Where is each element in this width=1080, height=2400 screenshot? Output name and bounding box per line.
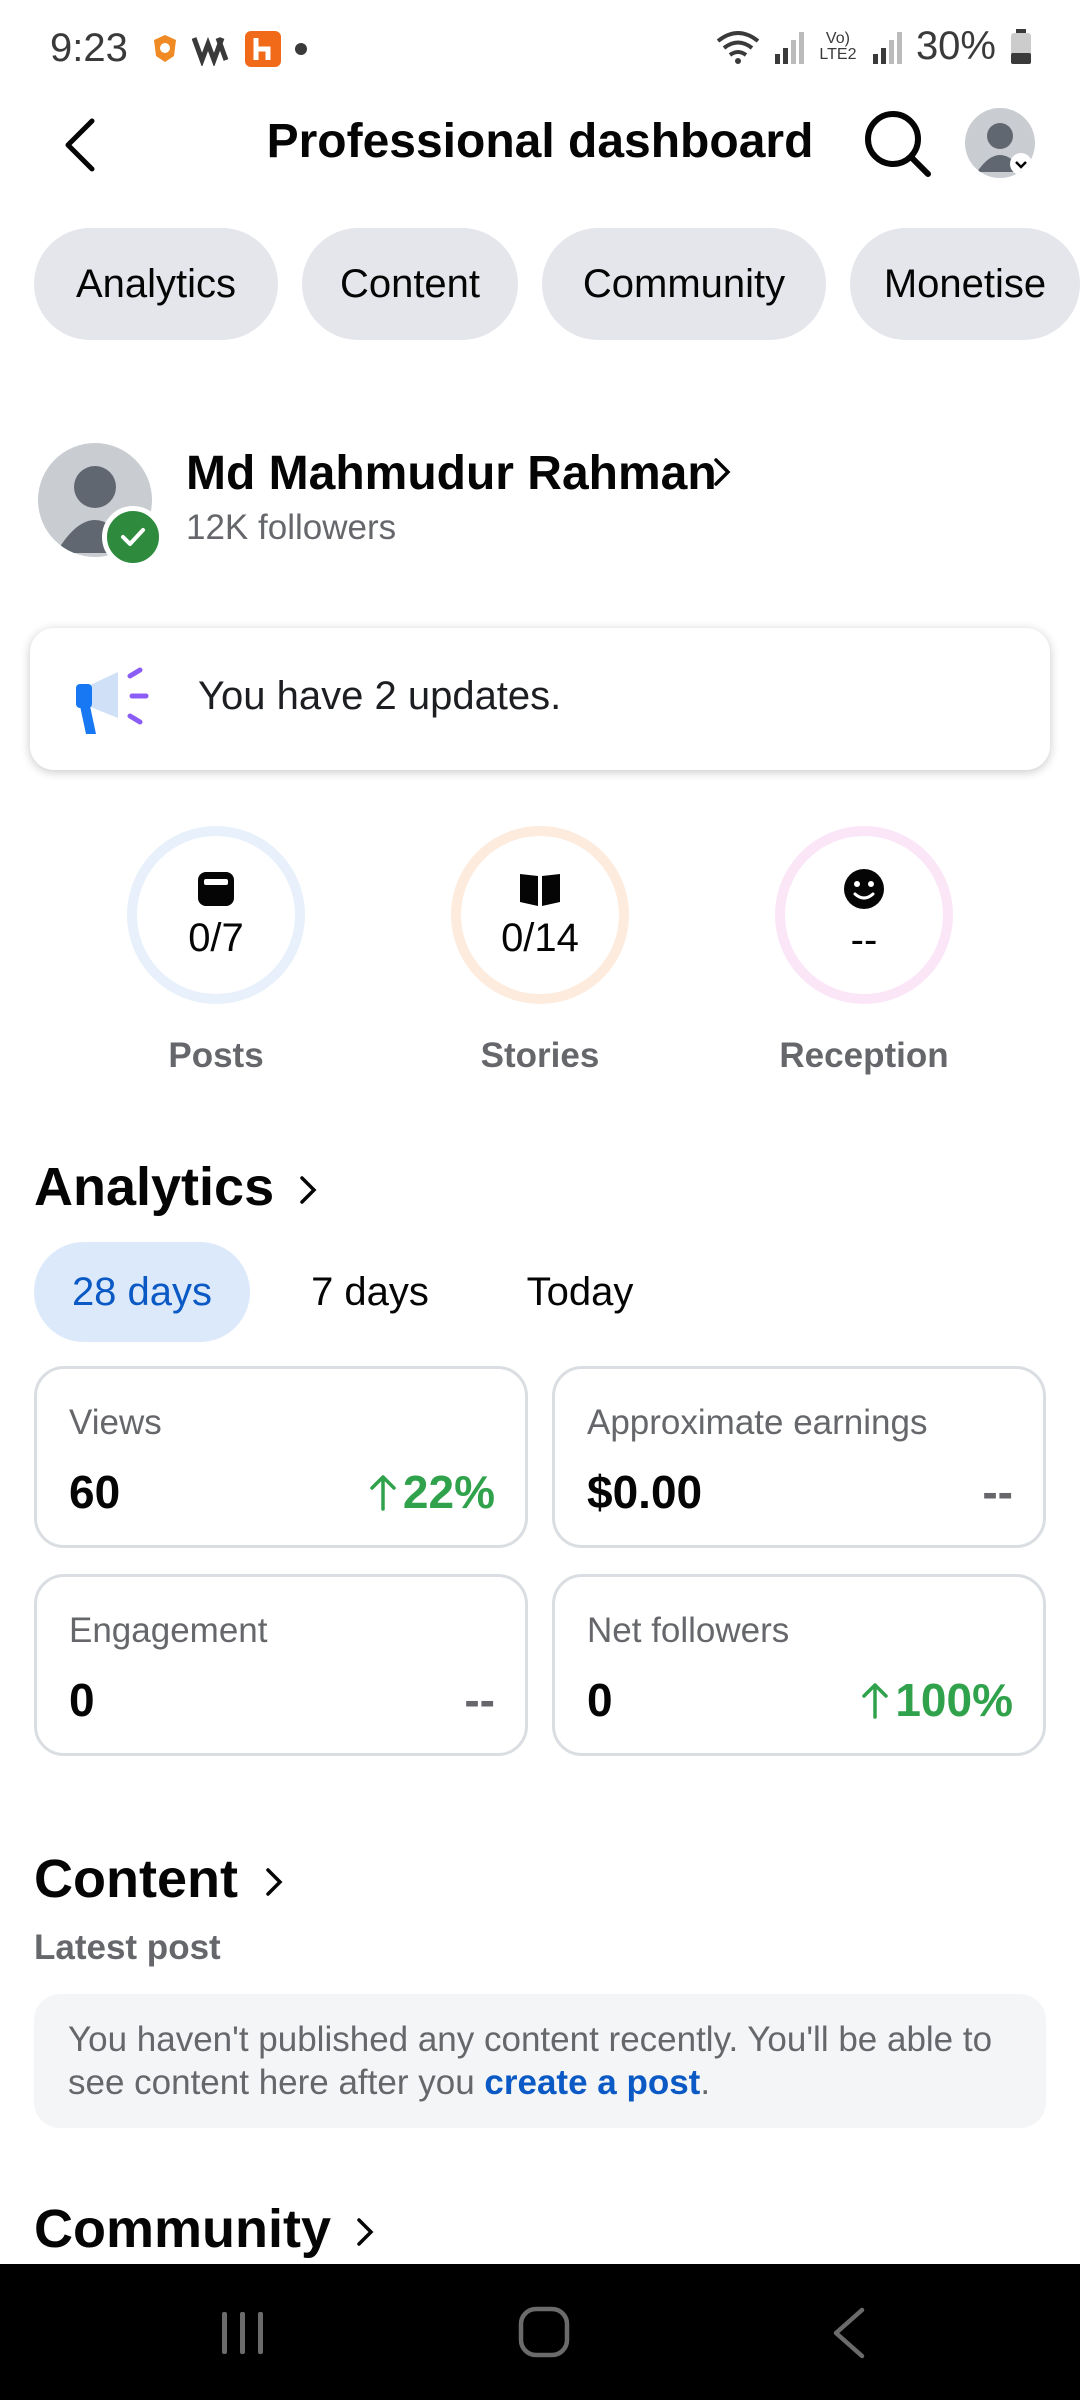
metric-change: 100% [861, 1673, 1013, 1727]
empty-content-message: You haven't published any content recent… [34, 1994, 1046, 2128]
check-icon [121, 528, 145, 546]
metric-value: $0.00 [587, 1466, 703, 1518]
metric-label: Net followers [587, 1611, 790, 1650]
megaphone-icon [76, 667, 149, 734]
latest-post-label: Latest post [34, 1928, 221, 1967]
posts-label: Posts [168, 1036, 264, 1075]
stat-reception[interactable]: -- [775, 826, 953, 1004]
reception-ring: -- [775, 826, 953, 1004]
metric-value: 60 [69, 1466, 121, 1518]
updates-text: You have 2 updates. [198, 674, 562, 718]
notification-icons [150, 30, 308, 68]
book-icon [520, 873, 560, 906]
app-notification-icon [245, 31, 281, 67]
stat-posts[interactable]: 0/7 [127, 826, 305, 1004]
reception-value: -- [850, 917, 878, 962]
metric-card-views[interactable]: Views 60 22% [34, 1366, 528, 1548]
updates-card[interactable]: You have 2 updates. [30, 628, 1050, 770]
empty-content-end: . [700, 2063, 711, 2102]
posts-ring: 0/7 [127, 826, 305, 1004]
metric-change-value: 22% [402, 1466, 495, 1518]
community-heading[interactable]: Community [34, 2198, 331, 2260]
system-nav-bar [0, 2264, 1080, 2400]
tab-analytics[interactable]: Analytics [34, 228, 278, 340]
profile-followers: 12K followers [186, 508, 397, 547]
recent-apps-icon[interactable] [218, 2310, 268, 2356]
posts-value: 0/7 [188, 915, 244, 960]
reception-label: Reception [779, 1036, 949, 1075]
metric-change: 22% [369, 1465, 495, 1519]
dot-icon [295, 43, 307, 55]
signal-icon [774, 31, 804, 64]
metric-change-value: 100% [895, 1674, 1013, 1726]
network-label: Vo) LTE2 [819, 29, 857, 63]
battery-text: 30% [915, 24, 996, 68]
profile-name[interactable]: Md Mahmudur Rahman [186, 446, 717, 501]
chevron-right-icon [714, 458, 731, 486]
stat-stories[interactable]: 0/14 [451, 826, 629, 1004]
chevron-right-icon[interactable] [353, 2212, 377, 2252]
tab-content[interactable]: Content [302, 228, 518, 340]
tab-monetise[interactable]: Monetise [850, 228, 1080, 340]
stories-ring: 0/14 [451, 826, 629, 1004]
arrow-up-icon [862, 1683, 889, 1719]
metric-card-earnings[interactable]: Approximate earnings $0.00 -- [552, 1366, 1046, 1548]
smiley-icon [844, 868, 884, 909]
metric-label: Engagement [69, 1611, 268, 1650]
verified-badge [102, 506, 164, 568]
create-post-link[interactable]: create a post [484, 2063, 700, 2102]
wifi-icon [716, 30, 760, 64]
app-notification-icon [154, 35, 176, 62]
profile-chevron[interactable] [710, 452, 734, 497]
posts-icon [198, 871, 234, 906]
range-today[interactable]: Today [490, 1242, 670, 1342]
home-icon[interactable] [518, 2306, 570, 2358]
range-7-days[interactable]: 7 days [270, 1242, 470, 1342]
metric-value: 0 [587, 1674, 613, 1726]
battery-icon [1011, 28, 1031, 64]
chevron-right-icon[interactable] [296, 1170, 320, 1210]
metric-change-value: -- [464, 1674, 495, 1726]
avatar-icon [977, 123, 1032, 175]
metric-change-value: -- [982, 1466, 1013, 1518]
stories-value: 0/14 [501, 915, 579, 960]
range-28-days[interactable]: 28 days [34, 1242, 250, 1342]
metric-card-engagement[interactable]: Engagement 0 -- [34, 1574, 528, 1756]
metric-card-net-followers[interactable]: Net followers 0 100% [552, 1574, 1046, 1756]
back-nav-icon[interactable] [828, 2306, 868, 2360]
search-icon [865, 111, 931, 177]
arrow-up-icon [370, 1475, 396, 1511]
metric-value: 0 [69, 1674, 95, 1726]
search-button[interactable] [862, 108, 934, 180]
app-notification-icon [192, 36, 229, 66]
stories-label: Stories [480, 1036, 600, 1075]
content-heading[interactable]: Content [34, 1848, 238, 1910]
status-time: 9:23 [50, 26, 128, 70]
chevron-right-icon[interactable] [262, 1862, 286, 1902]
tab-community[interactable]: Community [542, 228, 826, 340]
analytics-heading[interactable]: Analytics [34, 1156, 274, 1218]
metric-label: Approximate earnings [587, 1403, 928, 1442]
profile-switcher-button[interactable] [965, 108, 1035, 178]
metric-label: Views [69, 1403, 162, 1442]
dashboard-tabs: Analytics Content Community Monetise [34, 228, 1080, 340]
signal-icon [872, 31, 902, 64]
status-right: Vo) LTE2 30% [716, 24, 1032, 69]
status-bar: 9:23 Vo) LTE2 30% [0, 0, 1080, 100]
